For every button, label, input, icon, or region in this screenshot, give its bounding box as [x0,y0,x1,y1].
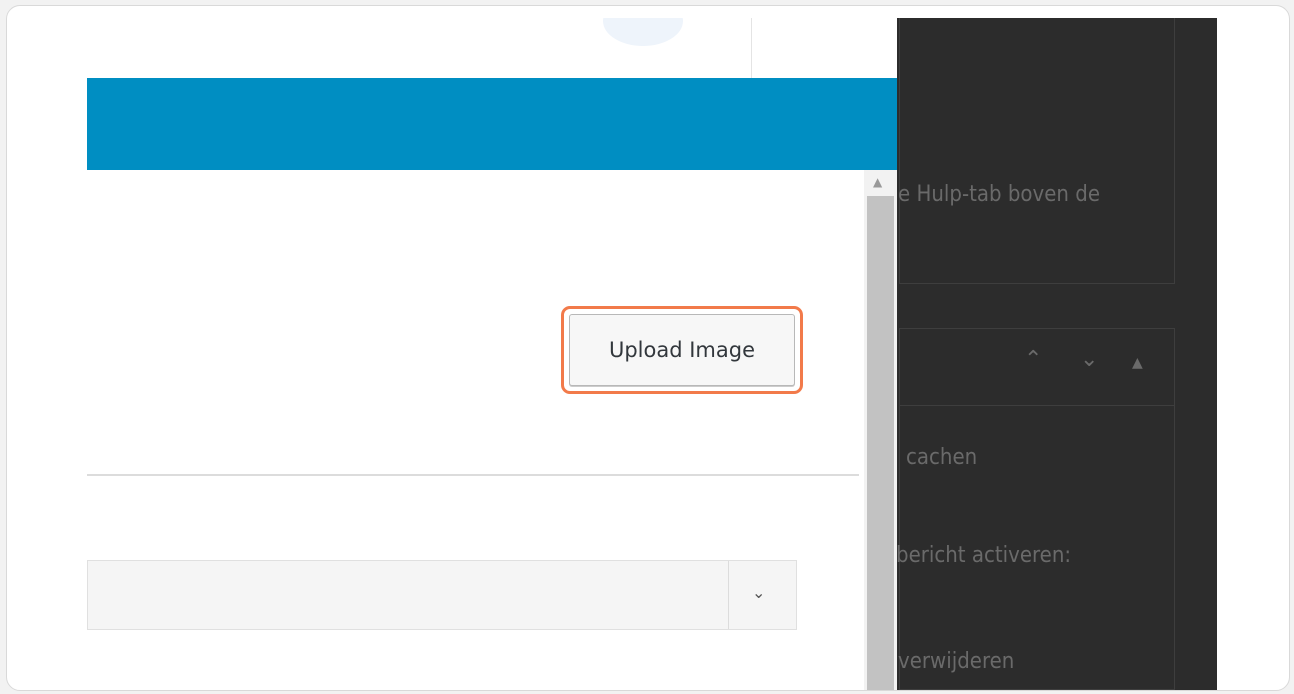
topbar-divider [751,18,752,78]
settings-box: ⌃ ⌄ ▲ cachen bericht activeren: verwijde… [896,328,1175,690]
avatar [603,18,683,46]
remove-text: verwijderen [898,649,1015,674]
triangle-up-icon[interactable]: ▲ [1132,355,1143,371]
cache-text: cachen [906,445,978,470]
help-text: e Hulp-tab boven de [898,182,1100,207]
upload-image-button[interactable]: Upload Image [569,314,795,386]
chevron-up-icon[interactable]: ⌃ [1024,347,1042,372]
browser-viewport: Upload Image ⌄ ▲ e Hulp-tab boven de ⌃ ⌄… [87,18,1217,690]
dimmed-sidebar-panel: e Hulp-tab boven de ⌃ ⌄ ▲ cachen bericht… [896,18,1217,690]
dropdown-separator [728,561,729,629]
chevron-down-icon[interactable]: ⌄ [1080,347,1098,372]
help-box: e Hulp-tab boven de [898,18,1175,284]
settings-box-header: ⌃ ⌄ ▲ [900,329,1174,406]
chevron-down-icon[interactable]: ⌄ [752,583,765,602]
dropdown-select[interactable]: ⌄ [87,560,797,630]
modal-scrollbar[interactable]: ▲ [864,170,897,690]
scrollbar-thumb[interactable] [867,196,894,690]
section-divider [87,474,859,476]
modal-header [87,78,897,170]
modal-body: Upload Image ⌄ [87,170,864,690]
admin-topbar [87,18,897,78]
screenshot-frame: Upload Image ⌄ ▲ e Hulp-tab boven de ⌃ ⌄… [6,5,1290,691]
scroll-up-arrow-icon[interactable]: ▲ [873,176,882,188]
notice-text: bericht activeren: [896,543,1072,568]
